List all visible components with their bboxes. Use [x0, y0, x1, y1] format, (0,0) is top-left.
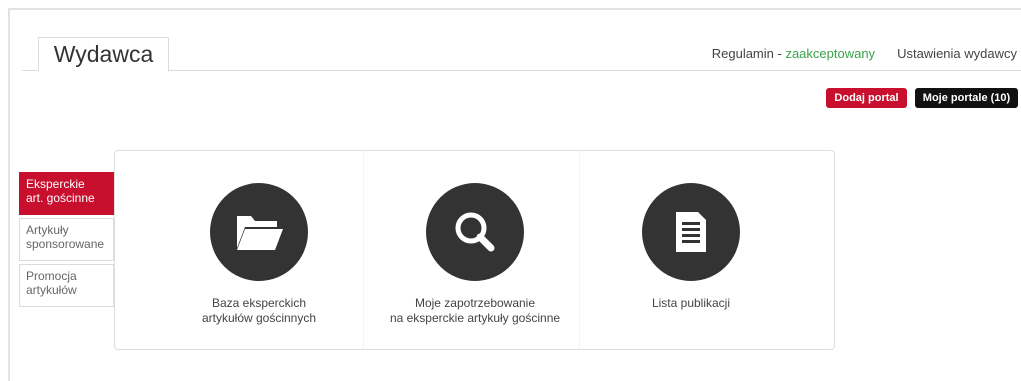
card-divider [579, 151, 580, 349]
sidebar-item-label: artykułów [26, 283, 77, 297]
sidebar-item-expert-guest-articles[interactable]: Eksperckie art. gościnne [19, 172, 121, 215]
sidebar-item-label: sponsorowane [26, 237, 105, 251]
card-divider [363, 151, 364, 349]
content-panel: Baza eksperckich artykułów gościnnych Mo… [114, 150, 835, 350]
sidebar-item-sponsored-articles[interactable]: Artykuły sponsorowane [19, 218, 114, 261]
terms-label: Regulamin - [711, 46, 786, 61]
card-label: Lista publikacji [591, 296, 791, 311]
card-label-line: artykułów gościnnych [201, 311, 317, 325]
my-portals-button[interactable]: Moje portale (10) [915, 88, 1018, 108]
publisher-settings-link[interactable]: Ustawienia wydawcy [897, 46, 1017, 61]
card-label-line: Lista publikacji [651, 296, 731, 310]
card-label: Baza eksperckich artykułów gościnnych [159, 296, 359, 326]
search-icon [455, 212, 495, 252]
sidebar-item-label: Promocja [26, 269, 77, 283]
terms-status[interactable]: Regulamin - zaakceptowany [712, 46, 875, 61]
page-title-text: Wydawca [53, 41, 154, 67]
document-icon [676, 212, 706, 252]
header-divider [22, 70, 1021, 71]
sidebar-item-article-promotion[interactable]: Promocja artykułów [19, 264, 114, 307]
card-label-line: na eksperckie artykuły gościnne [389, 311, 561, 325]
publication-list-card[interactable]: Lista publikacji [591, 151, 791, 349]
frame-left-border [8, 8, 10, 381]
card-label-line: Moje zapotrzebowanie [414, 296, 536, 310]
sidebar-item-label: art. gościnne [26, 191, 95, 205]
add-portal-button[interactable]: Dodaj portal [826, 88, 907, 108]
card-label-line: Baza eksperckich [211, 296, 307, 310]
page-title: Wydawca [38, 37, 169, 72]
card-icon-circle [426, 183, 524, 281]
sidebar: Eksperckie art. gościnne Artykuły sponso… [19, 172, 121, 310]
my-demand-card[interactable]: Moje zapotrzebowanie na eksperckie artyk… [375, 151, 575, 349]
top-links: Regulamin - zaakceptowany Ustawienia wyd… [712, 46, 1017, 61]
card-icon-circle [642, 183, 740, 281]
card-label: Moje zapotrzebowanie na eksperckie artyk… [375, 296, 575, 326]
expert-articles-database-card[interactable]: Baza eksperckich artykułów gościnnych [159, 151, 359, 349]
card-icon-circle [210, 183, 308, 281]
sidebar-item-label: Artykuły [26, 223, 69, 237]
sidebar-item-label: Eksperckie [26, 177, 85, 191]
frame-top-border [8, 8, 1021, 10]
terms-accepted-text: zaakceptowany [785, 46, 876, 61]
folder-icon [237, 216, 283, 250]
